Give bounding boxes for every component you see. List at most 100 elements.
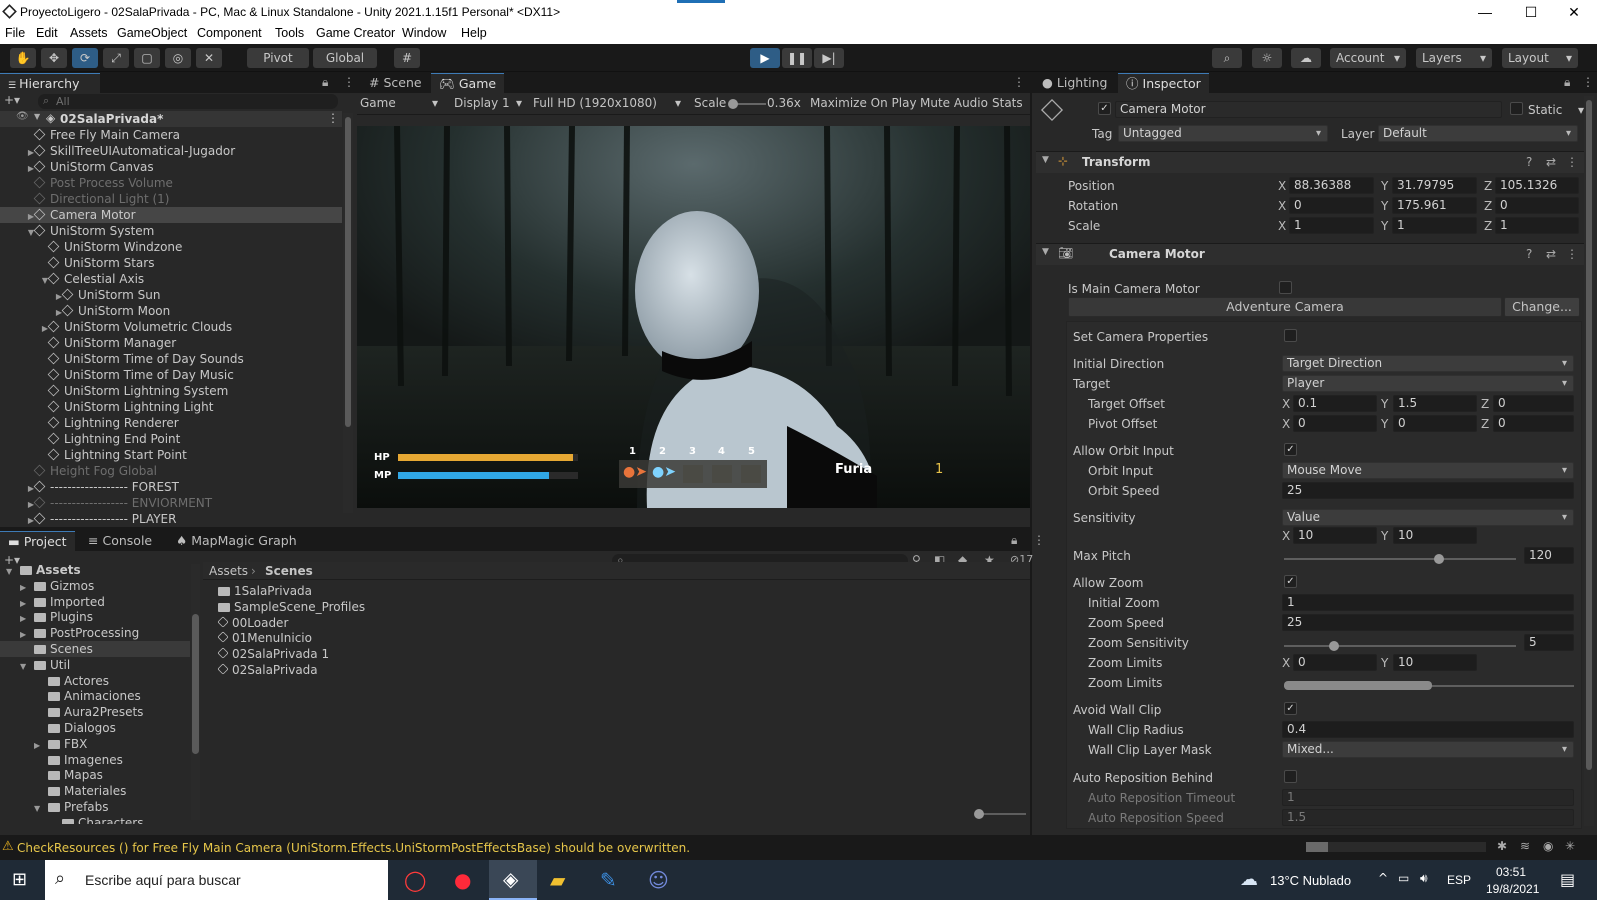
taskbar-search-box[interactable]: ⌕ Escribe aquí para buscar <box>45 860 388 900</box>
game-viewport[interactable]: HP MP 1 2 3 4 5 ●➤ ●➤ Furia 1 <box>357 126 1030 508</box>
scale-tool-icon[interactable]: ⤢ <box>103 48 129 68</box>
project-tree-item[interactable]: Dialogos <box>0 720 190 736</box>
maximize-on-play-toggle[interactable]: Maximize On Play <box>810 96 917 110</box>
hierarchy-item[interactable]: Free Fly Main Camera <box>0 127 342 143</box>
menu-window[interactable]: Window <box>402 26 446 40</box>
hierarchy-item[interactable]: ▼ Celestial Axis <box>0 271 342 287</box>
file-explorer-icon[interactable]: ▰ <box>550 868 565 892</box>
project-file-item[interactable]: 01MenuInicio <box>217 630 312 646</box>
help-icon[interactable]: ? <box>1526 155 1532 169</box>
hierarchy-item[interactable]: Post Process Volume <box>0 175 342 191</box>
empty-slot-icon[interactable] <box>683 465 703 483</box>
scrollbar-thumb[interactable] <box>345 117 351 427</box>
grid-snap-icon[interactable]: # <box>394 48 420 68</box>
pivot-offset-z-input[interactable]: 0 <box>1493 415 1574 432</box>
rotation-z-input[interactable]: 0 <box>1495 197 1579 214</box>
hierarchy-item[interactable]: ▶ UniStorm Moon <box>0 303 342 319</box>
target-offset-x-input[interactable]: 0.1 <box>1293 395 1377 412</box>
hierarchy-item[interactable]: ▼ UniStorm System <box>0 223 342 239</box>
pivot-offset-y-input[interactable]: 0 <box>1393 415 1477 432</box>
mute-audio-toggle[interactable]: Mute Audio <box>920 96 988 110</box>
chevron-up-icon[interactable]: ^ <box>1378 871 1388 885</box>
cloud-icon[interactable]: ☁ <box>1291 48 1321 68</box>
hierarchy-item[interactable]: UniStorm Time of Day Music <box>0 367 342 383</box>
hierarchy-item[interactable]: Lightning Start Point <box>0 447 342 463</box>
preset-icon[interactable]: ⇄ <box>1546 247 1556 261</box>
project-file-item[interactable]: 1SalaPrivada <box>218 583 312 599</box>
fire-skill-icon[interactable]: ●➤ <box>623 464 647 484</box>
preset-icon[interactable]: ⇄ <box>1546 155 1556 169</box>
hierarchy-item[interactable]: Height Fog Global <box>0 463 342 479</box>
pivot-offset-x-input[interactable]: 0 <box>1293 415 1377 432</box>
search-icon[interactable]: ⌕ <box>1212 48 1242 68</box>
max-pitch-slider-knob[interactable] <box>1434 554 1444 564</box>
project-tree-item[interactable]: Animaciones <box>0 688 190 704</box>
pause-button[interactable]: ❚❚ <box>782 48 812 68</box>
hierarchy-item[interactable]: ▶ Camera Motor <box>0 207 342 223</box>
taskbar-unity-button[interactable]: ◈ <box>489 860 537 900</box>
hierarchy-item[interactable]: UniStorm Time of Day Sounds <box>0 351 342 367</box>
more-menu-icon[interactable]: ⋮ <box>343 75 355 89</box>
cache-icon[interactable]: ◉ <box>1543 839 1553 853</box>
project-tree-item[interactable]: Characters <box>0 815 190 824</box>
lock-icon[interactable]: 🔒︎ <box>1011 533 1017 548</box>
tab-inspector[interactable]: ⓘ Inspector <box>1118 73 1209 93</box>
language-indicator[interactable]: ESP <box>1447 873 1471 887</box>
static-checkbox[interactable] <box>1510 102 1523 115</box>
collab-icon[interactable]: ☼ <box>1252 48 1282 68</box>
target-offset-y-input[interactable]: 1.5 <box>1393 395 1477 412</box>
project-tree-item[interactable]: Actores <box>0 673 190 689</box>
hierarchy-scrollbar[interactable] <box>343 113 353 513</box>
position-y-input[interactable]: 31.79795 <box>1392 177 1477 194</box>
scale-x-input[interactable]: 1 <box>1289 217 1374 234</box>
close-button[interactable]: ✕ <box>1551 2 1597 22</box>
tab-game[interactable]: 🎮︎ Game <box>431 73 505 93</box>
global-toggle[interactable]: Global <box>313 48 377 68</box>
max-pitch-slider[interactable] <box>1284 558 1516 560</box>
breadcrumb-assets[interactable]: Assets <box>209 562 248 580</box>
project-tree-item[interactable]: ▼ Util <box>0 657 190 673</box>
menu-edit[interactable]: Edit <box>36 26 58 40</box>
set-camera-props-checkbox[interactable] <box>1284 329 1297 342</box>
initial-direction-dropdown[interactable]: Target Direction <box>1282 355 1574 372</box>
zoom-sensitivity-input[interactable]: 5 <box>1524 634 1574 651</box>
stats-toggle[interactable]: Stats <box>992 96 1023 110</box>
hierarchy-item[interactable]: Lightning End Point <box>0 431 342 447</box>
volume-icon[interactable]: 🔊︎ <box>1420 871 1428 886</box>
project-file-item[interactable]: 02SalaPrivada 1 <box>217 646 329 662</box>
wall-clip-mask-dropdown[interactable]: Mixed... <box>1282 741 1574 758</box>
project-file-item[interactable]: 02SalaPrivada <box>217 662 318 678</box>
menu-help[interactable]: Help <box>461 26 487 40</box>
more-menu-icon[interactable]: ⋮ <box>1566 247 1578 261</box>
hierarchy-item[interactable]: UniStorm Lightning Light <box>0 399 342 415</box>
empty-slot-icon[interactable] <box>712 465 732 483</box>
tab-scene[interactable]: # Scene <box>361 73 430 93</box>
menu-component[interactable]: Component <box>197 26 262 40</box>
project-file-item[interactable]: 00Loader <box>217 615 288 631</box>
status-warning-message[interactable]: CheckResources () for Free Fly Main Came… <box>17 841 690 855</box>
project-tree-item[interactable]: ▶ FBX <box>0 736 190 752</box>
initial-zoom-input[interactable]: 1 <box>1282 594 1574 611</box>
max-pitch-input[interactable]: 120 <box>1524 547 1574 564</box>
is-main-camera-checkbox[interactable] <box>1279 281 1292 294</box>
project-tree-item[interactable]: Aura2Presets <box>0 704 190 720</box>
scene-row[interactable]: 👁︎ ▼ ◈ 02SalaPrivada* ⋮ <box>0 111 342 127</box>
avoid-wall-clip-checkbox[interactable]: ✓ <box>1284 702 1297 715</box>
menu-gameobject[interactable]: GameObject <box>117 26 187 40</box>
position-x-input[interactable]: 88.36388 <box>1289 177 1374 194</box>
layers-stack-icon[interactable]: ≋ <box>1520 839 1530 853</box>
layer-dropdown[interactable]: Default <box>1378 125 1578 142</box>
project-tree-item[interactable]: ▶ Gizmos <box>0 578 190 594</box>
step-button[interactable]: ▶| <box>814 48 844 68</box>
more-menu-icon[interactable]: ⋮ <box>1582 75 1594 89</box>
progress-spinner-icon[interactable]: ✳ <box>1565 839 1575 853</box>
sensitivity-x-input[interactable]: 10 <box>1293 527 1377 544</box>
lock-icon[interactable]: 🔒︎ <box>322 75 328 90</box>
tab-lighting[interactable]: ● Lighting <box>1034 73 1115 93</box>
rotation-y-input[interactable]: 175.961 <box>1392 197 1477 214</box>
opera-gx-icon[interactable]: ◯ <box>404 868 426 892</box>
more-menu-icon[interactable]: ⋮ <box>1013 75 1025 89</box>
network-icon[interactable]: ▭ <box>1398 871 1409 885</box>
rect-tool-icon[interactable]: ▢ <box>134 48 160 68</box>
zoom-limits-range-fill[interactable] <box>1284 681 1432 690</box>
